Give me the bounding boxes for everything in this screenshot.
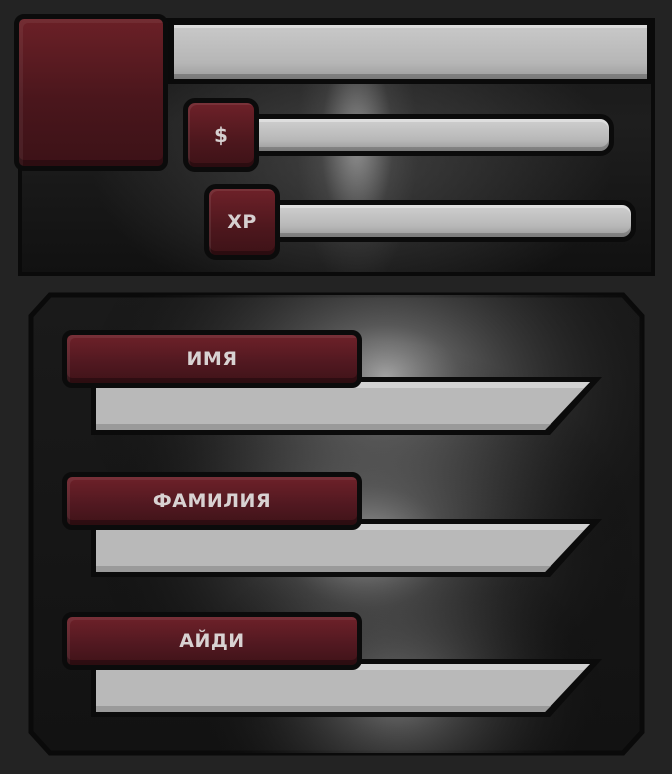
xp-icon: XP bbox=[204, 184, 280, 260]
first-name-field: ИМЯ bbox=[62, 330, 607, 440]
xp-icon-label: XP bbox=[227, 211, 257, 233]
id-label: АЙДИ bbox=[62, 612, 362, 670]
first-name-label: ИМЯ bbox=[62, 330, 362, 388]
money-bar bbox=[248, 114, 614, 156]
last-name-field: ФАМИЛИЯ bbox=[62, 472, 607, 582]
player-name-bar bbox=[168, 20, 652, 84]
money-icon-label: $ bbox=[214, 123, 228, 147]
last-name-label: ФАМИЛИЯ bbox=[62, 472, 362, 530]
money-icon: $ bbox=[183, 98, 259, 172]
avatar[interactable] bbox=[14, 14, 168, 171]
first-name-label-text: ИМЯ bbox=[186, 348, 238, 370]
id-field: АЙДИ bbox=[62, 612, 607, 722]
last-name-label-text: ФАМИЛИЯ bbox=[152, 490, 272, 512]
id-label-text: АЙДИ bbox=[179, 630, 245, 652]
xp-bar bbox=[270, 200, 636, 242]
